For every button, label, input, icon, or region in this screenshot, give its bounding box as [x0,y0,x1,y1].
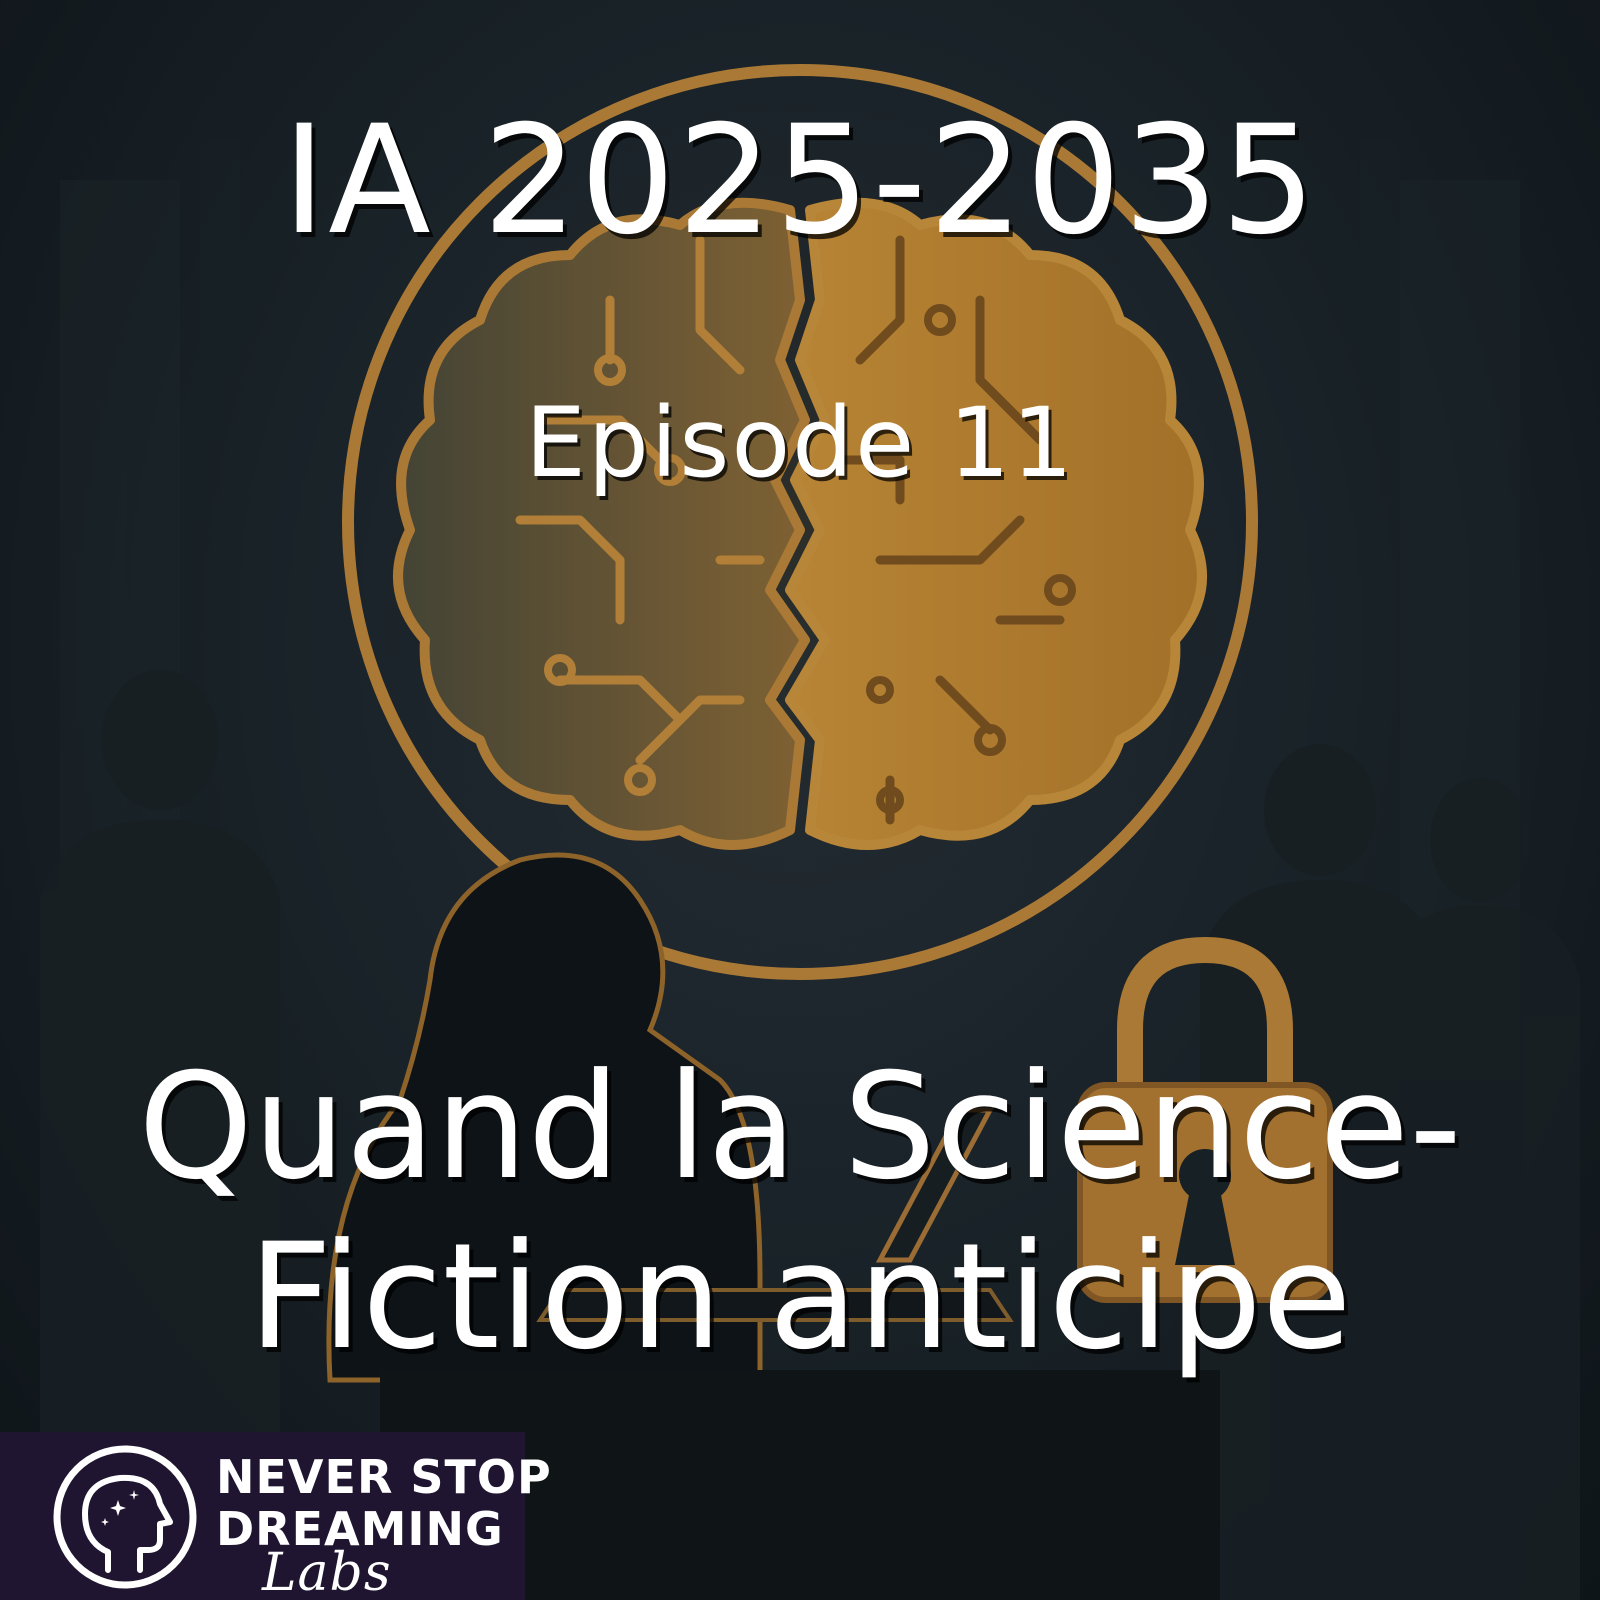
episode-number: Episode 11 [525,387,1075,499]
podcast-cover: IA 2025-2035 Episode 11 Quand la Science… [0,0,1600,1600]
episode-subtitle: Quand la Science- Fiction anticipe [0,1042,1600,1382]
podcast-title: IA 2025-2035 [281,94,1319,268]
brand-banner: NEVER STOP DREAMING Labs [0,1432,551,1600]
subtitle-line-2: Fiction anticipe [248,1212,1352,1382]
subtitle-line-1: Quand la Science- [138,1042,1462,1212]
brand-name-line-3: Labs [262,1543,392,1600]
brand-name-line-1: NEVER STOP [216,1450,552,1504]
head-stars-icon [53,1445,197,1589]
